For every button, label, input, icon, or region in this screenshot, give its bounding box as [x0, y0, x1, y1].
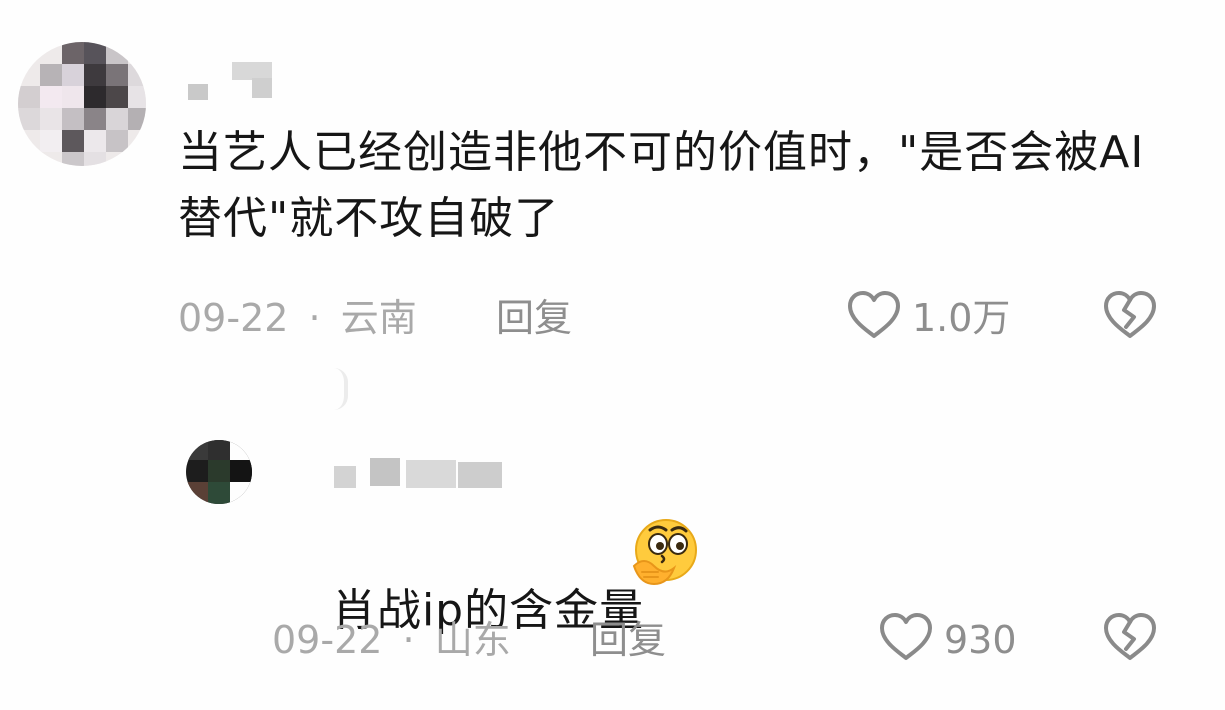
reply-date: 09-22 [272, 618, 383, 662]
meta-separator: · [402, 618, 415, 662]
reply-location: 山东 [434, 618, 511, 662]
username[interactable] [334, 456, 504, 492]
divider-artifact [326, 368, 348, 410]
like-count: 1.0万 [912, 296, 1011, 340]
thinking-face-emoji [632, 519, 697, 586]
reply-meta: 09-22 · 山东 [272, 618, 511, 662]
heart-outline-icon[interactable] [878, 612, 934, 662]
reply-text: 肖战ip的含金量 [331, 585, 645, 636]
reply-button[interactable]: 回复 [590, 618, 666, 662]
avatar[interactable] [18, 42, 146, 166]
comment-text: 当艺人已经创造非他不可的价值时，"是否会被AI替代"就不攻自破了 [178, 127, 1145, 244]
heart-outline-icon[interactable] [846, 290, 902, 340]
avatar[interactable] [186, 440, 252, 504]
comment-meta: 09-22 · 云南 [178, 296, 417, 340]
username[interactable] [188, 60, 278, 102]
comment-location: 云南 [340, 296, 417, 340]
meta-separator: · [308, 296, 321, 340]
like-count: 930 [944, 618, 1017, 662]
comment-date: 09-22 [178, 296, 289, 340]
reply-button[interactable]: 回复 [496, 296, 572, 340]
broken-heart-icon[interactable] [1102, 612, 1158, 662]
broken-heart-icon[interactable] [1102, 290, 1158, 340]
